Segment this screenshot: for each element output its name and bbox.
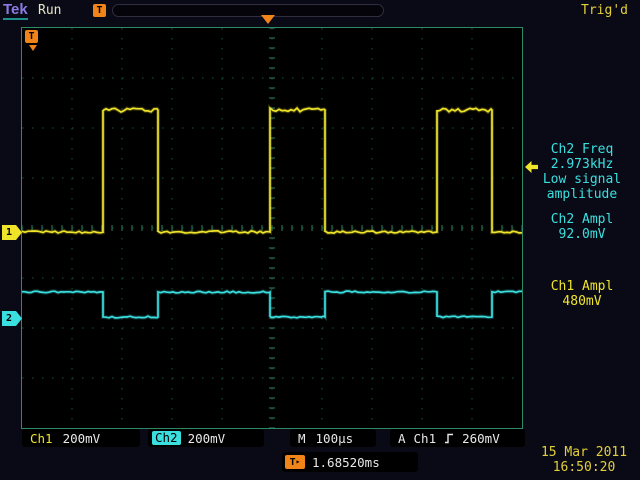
trigger-status: Trig'd	[581, 3, 628, 18]
graticule: T 1 2	[21, 27, 523, 429]
trigger-source-label: Ch1	[414, 431, 437, 446]
ch2-label: Ch2	[152, 431, 181, 445]
tek-logo: Tek	[3, 2, 28, 20]
measurement-warning: amplitude	[528, 187, 636, 202]
measurement-ch1-ampl: Ch1 Ampl 480mV	[528, 279, 636, 309]
ch2-scale-readout: Ch2 200mV	[148, 429, 264, 447]
measurement-label: Ch1 Ampl	[528, 279, 636, 294]
date-text: 15 Mar 2011	[534, 445, 634, 460]
ch1-label: Ch1	[30, 431, 53, 446]
time-text: 16:50:20	[534, 460, 634, 475]
trigger-level-value: 260mV	[462, 431, 500, 446]
measurement-value: 92.0mV	[528, 227, 636, 242]
measurement-warning: Low signal	[528, 172, 636, 187]
timebase-value: 100µs	[316, 431, 354, 446]
ch2-ground-marker: 2	[2, 311, 22, 326]
trigger-mode-label: A	[398, 431, 406, 446]
trigger-corner-icon: T	[25, 30, 38, 43]
trigger-marker-icon: T	[93, 4, 106, 17]
measurement-ch2-ampl: Ch2 Ampl 92.0mV	[528, 212, 636, 242]
horizontal-position-bar	[112, 4, 384, 17]
oscilloscope-screen: Tek Run T Trig'd T 1 2 Ch2 Freq 2.973kHz…	[0, 0, 640, 480]
right-arrow-icon: ▸	[296, 458, 301, 466]
trigger-corner-arrow-icon	[29, 45, 37, 51]
ch1-scale-readout: Ch1 200mV	[22, 429, 140, 447]
measurement-value: 480mV	[528, 294, 636, 309]
trigger-position-icon	[261, 15, 275, 24]
waveform-display	[22, 28, 522, 428]
timebase-readout: M 100µs	[290, 429, 376, 447]
timebase-label: M	[298, 431, 306, 446]
measurement-ch2-freq: Ch2 Freq 2.973kHz Low signal amplitude	[528, 142, 636, 202]
datetime: 15 Mar 2011 16:50:20	[534, 445, 634, 475]
ch1-scale-value: 200mV	[63, 431, 101, 446]
measurement-label: Ch2 Ampl	[528, 212, 636, 227]
acquisition-status: Run	[38, 3, 61, 18]
measurement-label: Ch2 Freq	[528, 142, 636, 157]
delay-trigger-icon: T ▸	[285, 455, 305, 469]
rising-edge-icon	[444, 433, 454, 444]
ch1-ground-marker: 1	[2, 225, 22, 240]
measurement-value: 2.973kHz	[528, 157, 636, 172]
delay-value: 1.68520ms	[312, 455, 380, 470]
delay-readout: T ▸ 1.68520ms	[282, 452, 418, 472]
ch2-scale-value: 200mV	[188, 431, 226, 446]
trigger-readout: A Ch1 260mV	[390, 429, 525, 447]
